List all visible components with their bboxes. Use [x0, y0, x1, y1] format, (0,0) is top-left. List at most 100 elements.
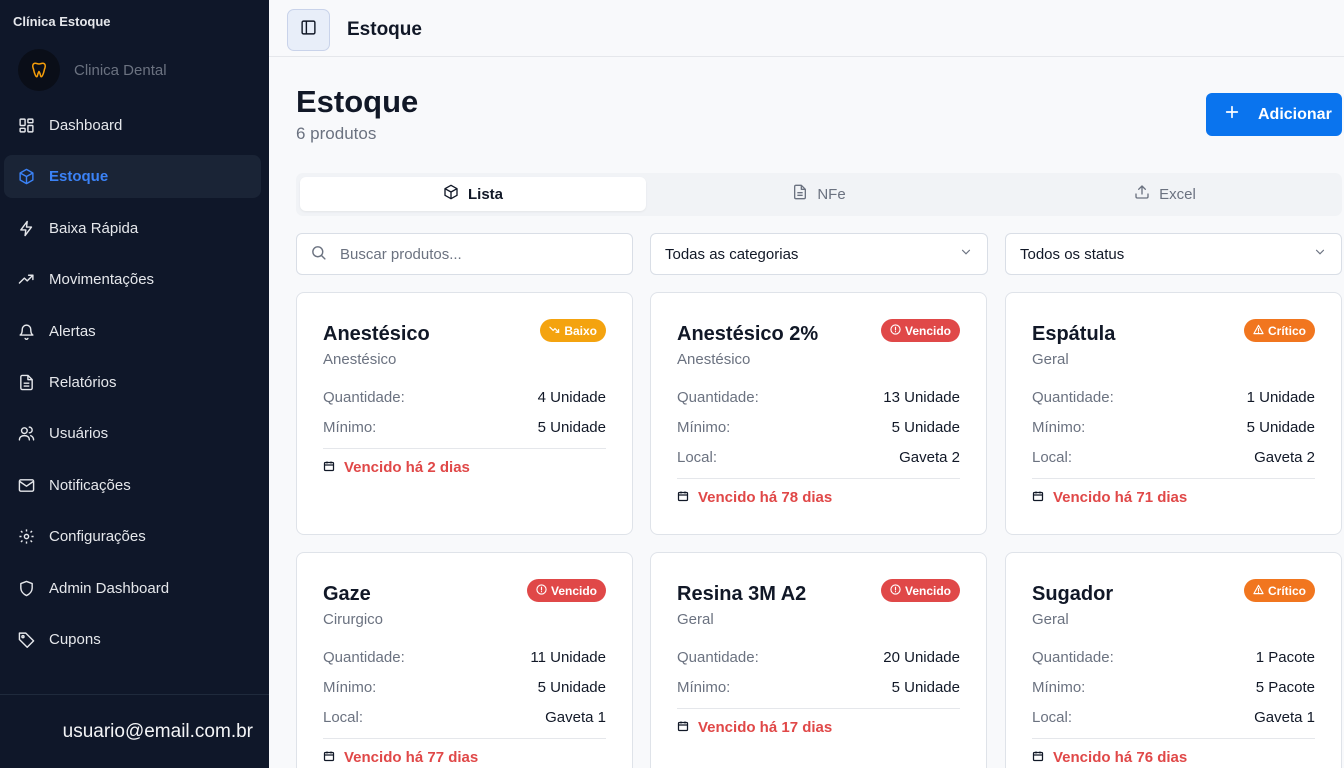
- add-product-button[interactable]: Adicionar: [1206, 93, 1342, 136]
- expiry-status: Vencido há 2 dias: [323, 459, 470, 476]
- sidebar: Clínica Estoque Clinica Dental Dashboard…: [0, 0, 269, 768]
- product-category: Anestésico: [677, 351, 751, 368]
- product-card[interactable]: Resina 3M A2 Geral Vencido Quantidade: 20…: [650, 552, 987, 768]
- location-value: Gaveta 1: [1254, 709, 1315, 726]
- location-label: Local:: [1032, 709, 1073, 726]
- sidebar-item-alertas[interactable]: Alertas: [4, 310, 261, 353]
- product-card[interactable]: Sugador Geral Crítico Quantidade: 1 Pacot…: [1005, 552, 1342, 768]
- sidebar-item-estoque[interactable]: Estoque: [4, 155, 261, 199]
- upload-icon: [1134, 184, 1150, 204]
- calendar-icon: [323, 459, 335, 476]
- sidebar-item-movimentacoes[interactable]: Movimentações: [4, 258, 261, 301]
- product-name: Gaze: [323, 583, 371, 605]
- minimum-value: 5 Unidade: [537, 419, 606, 436]
- badge-label: Vencido: [904, 323, 951, 338]
- view-tabs: Lista NFe Excel: [296, 173, 1342, 216]
- zap-icon: [18, 220, 35, 237]
- sidebar-item-usuarios[interactable]: Usuários: [4, 412, 261, 455]
- chevron-down-icon: [1313, 245, 1327, 263]
- chevron-down-icon: [959, 245, 973, 263]
- alert-circle-icon: [890, 583, 901, 598]
- tab-excel[interactable]: Excel: [992, 177, 1338, 211]
- minimum-row: Mínimo: 5 Unidade: [1032, 419, 1315, 439]
- status-select[interactable]: Todos os status: [1005, 233, 1342, 275]
- sidebar-item-configuracoes[interactable]: Configurações: [4, 515, 261, 558]
- minimum-label: Mínimo:: [677, 679, 731, 696]
- badge-label: Baixo: [564, 323, 597, 338]
- product-card[interactable]: Anestésico Anestésico Baixo Quantidade: 4…: [296, 292, 633, 535]
- product-card[interactable]: Espátula Geral Crítico Quantidade: 1 Unid…: [1005, 292, 1342, 535]
- divider: [323, 738, 606, 739]
- product-count: 6 produtos: [296, 124, 377, 143]
- clinic-name: Clinica Dental: [74, 61, 167, 79]
- tab-lista[interactable]: Lista: [300, 177, 646, 211]
- quantity-label: Quantidade:: [1032, 389, 1114, 406]
- divider: [323, 448, 606, 449]
- product-name: Resina 3M A2: [677, 583, 807, 605]
- quantity-value: 4 Unidade: [537, 389, 606, 406]
- plus-icon: [1224, 104, 1240, 125]
- tab-nfe[interactable]: NFe: [646, 177, 992, 211]
- product-category: Cirurgico: [323, 611, 384, 628]
- status-badge: Crítico: [1243, 579, 1315, 602]
- alert-circle-icon: [536, 583, 547, 598]
- status-badge: Vencido: [526, 579, 606, 602]
- product-category: Anestésico: [323, 351, 397, 368]
- calendar-icon: [1032, 489, 1044, 506]
- product-category: Geral: [1032, 611, 1069, 628]
- tooth-icon: [18, 49, 60, 91]
- sidebar-item-admin-dashboard[interactable]: Admin Dashboard: [4, 567, 261, 610]
- sidebar-item-cupons[interactable]: Cupons: [4, 618, 261, 661]
- sidebar-toggle-button[interactable]: [287, 9, 330, 51]
- product-name: Anestésico 2%: [677, 323, 819, 345]
- minimum-value: 5 Unidade: [891, 419, 960, 436]
- users-icon: [18, 425, 35, 442]
- location-row: Local: Gaveta 1: [1032, 709, 1315, 729]
- sidebar-item-notificacoes[interactable]: Notificações: [4, 464, 261, 507]
- category-select[interactable]: Todas as categorias: [650, 233, 988, 275]
- sidebar-item-label: Notificações: [49, 476, 131, 494]
- user-email[interactable]: usuario@email.com.br: [63, 721, 253, 743]
- status-badge: Baixo: [540, 319, 606, 342]
- divider: [0, 694, 269, 695]
- page-title: Estoque: [296, 84, 419, 119]
- quantity-value: 1 Pacote: [1255, 649, 1315, 666]
- expiry-status: Vencido há 17 dias: [677, 719, 832, 736]
- quantity-label: Quantidade:: [323, 389, 405, 406]
- alert-circle-icon: [890, 323, 901, 338]
- quantity-label: Quantidade:: [1032, 649, 1114, 666]
- expiry-status: Vencido há 76 dias: [1032, 749, 1187, 766]
- sidebar-item-label: Cupons: [49, 630, 101, 648]
- quantity-row: Quantidade: 20 Unidade: [677, 649, 960, 669]
- quantity-value: 11 Unidade: [530, 649, 606, 666]
- quantity-value: 20 Unidade: [883, 649, 960, 666]
- box-icon: [443, 184, 459, 204]
- trending-icon: [18, 271, 35, 288]
- location-label: Local:: [323, 709, 364, 726]
- expiry-text: Vencido há 78 dias: [698, 489, 833, 506]
- location-label: Local:: [1032, 449, 1073, 466]
- minimum-row: Mínimo: 5 Unidade: [677, 679, 960, 699]
- expiry-text: Vencido há 76 dias: [1053, 749, 1188, 766]
- location-row: Local: Gaveta 2: [1032, 449, 1315, 469]
- sidebar-item-relatorios[interactable]: Relatórios: [4, 361, 261, 404]
- quantity-value: 1 Unidade: [1246, 389, 1315, 406]
- location-value: Gaveta 2: [1254, 449, 1315, 466]
- badge-label: Crítico: [1267, 583, 1306, 598]
- quantity-label: Quantidade:: [677, 649, 759, 666]
- sidebar-item-label: Configurações: [49, 528, 146, 546]
- category-select-value: Todas as categorias: [665, 245, 799, 263]
- product-card[interactable]: Gaze Cirurgico Vencido Quantidade: 11 Uni…: [296, 552, 633, 768]
- sidebar-item-baixa-rapida[interactable]: Baixa Rápida: [4, 207, 261, 250]
- tab-label: NFe: [817, 185, 846, 203]
- sidebar-item-dashboard[interactable]: Dashboard: [4, 104, 261, 147]
- location-row: Local: Gaveta 1: [323, 709, 606, 729]
- sidebar-item-label: Admin Dashboard: [49, 579, 170, 597]
- quantity-row: Quantidade: 1 Pacote: [1032, 649, 1315, 669]
- product-card[interactable]: Anestésico 2% Anestésico Vencido Quantid…: [650, 292, 987, 535]
- clinic-switcher[interactable]: Clinica Dental: [18, 49, 167, 91]
- topbar: Estoque: [269, 0, 1344, 57]
- search-field[interactable]: [296, 233, 633, 275]
- divider: [1032, 738, 1315, 739]
- search-input[interactable]: [340, 245, 600, 263]
